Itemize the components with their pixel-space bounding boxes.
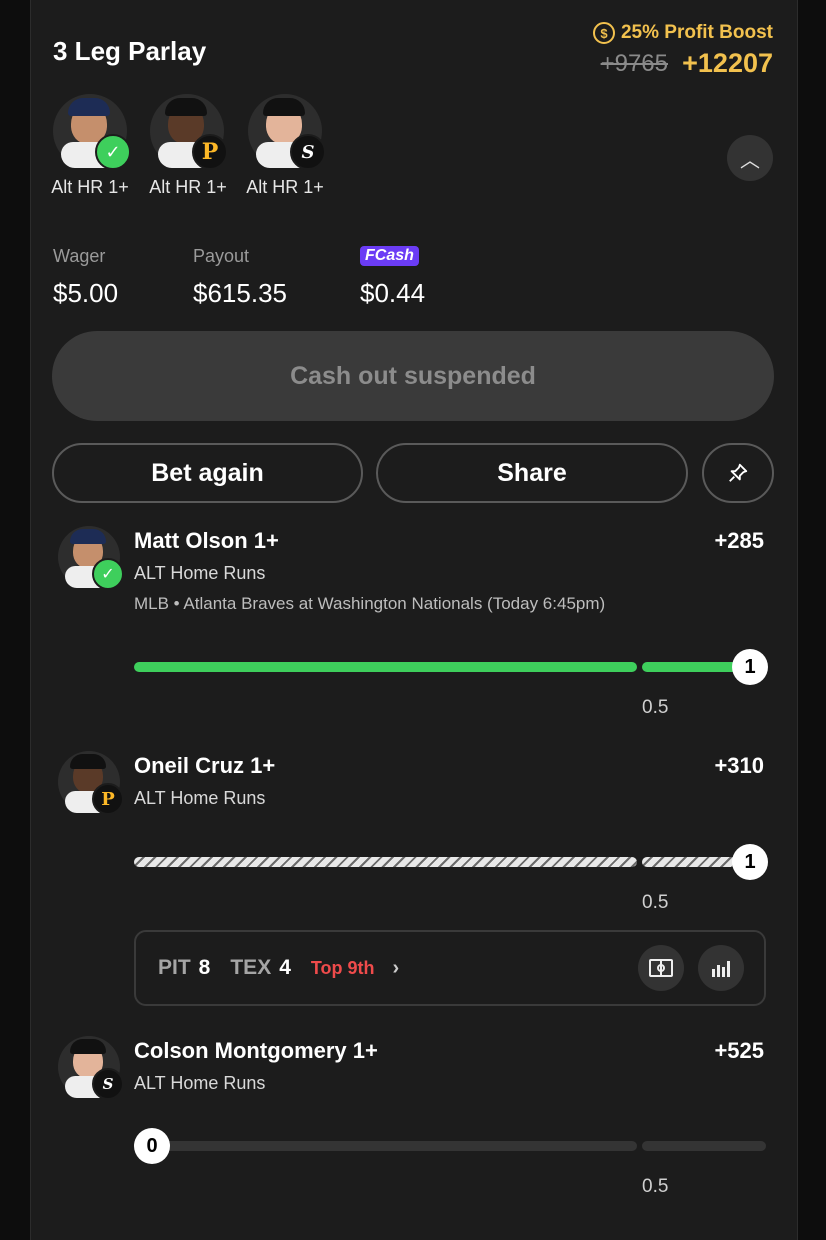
- pick-market: ALT Home Runs: [134, 1073, 266, 1093]
- bar-chart-icon: [712, 961, 730, 977]
- white-sox-logo-icon: S: [92, 1068, 124, 1100]
- check-icon: ✓: [92, 558, 124, 590]
- player-avatar: ✓: [58, 526, 124, 590]
- threshold-label: 0.5: [642, 892, 669, 913]
- cash-badge: FCash: [360, 246, 419, 266]
- pick-odds: +525: [714, 1038, 764, 1063]
- field-view-button[interactable]: [638, 945, 684, 991]
- progress-knob: 1: [732, 844, 768, 880]
- home-score: 4: [279, 956, 291, 979]
- pick-player: Colson Montgomery 1+: [134, 1038, 378, 1063]
- parlay-title: 3 Leg Parlay: [53, 36, 207, 66]
- pirates-logo-icon: P: [192, 134, 228, 170]
- progress-bar: [134, 1141, 637, 1151]
- wager-label: Wager: [53, 246, 106, 266]
- payout-value: $615.35: [193, 278, 287, 308]
- leg-label: Alt HR 1+: [51, 177, 129, 197]
- chevron-right-icon: ›: [392, 956, 400, 979]
- dollar-coin-icon: $: [592, 22, 615, 44]
- original-odds: +9765: [600, 50, 668, 77]
- cash-logo-icon: F: [365, 247, 375, 264]
- avatar: S: [248, 94, 326, 170]
- pick-market: ALT Home Runs: [134, 788, 266, 808]
- pick-odds: +285: [714, 528, 764, 553]
- collapse-button[interactable]: ︿: [727, 135, 773, 181]
- progress-bar: [134, 857, 637, 867]
- white-sox-logo-icon: S: [290, 134, 326, 170]
- boosted-odds: +12207: [682, 48, 773, 78]
- pick-odds: +310: [714, 753, 764, 778]
- threshold-label: 0.5: [642, 1176, 669, 1197]
- field-icon: [649, 959, 673, 977]
- wager-value: $5.00: [53, 278, 119, 308]
- inning-status: Top 9th: [310, 957, 375, 978]
- cash-label: Cash: [374, 247, 414, 264]
- profit-boost: $ 25% Profit Boost: [592, 22, 773, 44]
- avatar: ✓: [53, 94, 131, 170]
- home-team: TEX: [230, 956, 272, 979]
- player-avatar: P: [58, 751, 124, 815]
- leg-label: Alt HR 1+: [149, 177, 227, 197]
- threshold-label: 0.5: [642, 697, 669, 718]
- stats-button[interactable]: [698, 945, 744, 991]
- pick-market: ALT Home Runs: [134, 563, 266, 583]
- chevron-up-icon: ︿: [740, 149, 760, 172]
- pick-game: MLB • Atlanta Braves at Washington Natio…: [134, 594, 606, 613]
- away-team: PIT: [158, 956, 191, 979]
- progress-knob: 0: [134, 1128, 170, 1164]
- payout-label: Payout: [193, 246, 250, 266]
- progress-bar: [134, 662, 637, 672]
- bet-again-button[interactable]: Bet again: [52, 443, 363, 503]
- pin-icon: [729, 463, 748, 482]
- cash-value: $0.44: [360, 278, 426, 308]
- progress-bar-remainder: [642, 1141, 766, 1151]
- live-scoreboard[interactable]: PIT 8 TEX 4 Top 9th ›: [134, 930, 766, 1006]
- pick-player: Matt Olson 1+: [134, 528, 279, 553]
- player-avatar: S: [58, 1036, 124, 1100]
- boost-label: 25% Profit Boost: [620, 22, 773, 43]
- pin-button[interactable]: [702, 443, 774, 503]
- progress-knob: 1: [732, 649, 768, 685]
- leg-label: Alt HR 1+: [246, 177, 324, 197]
- pirates-logo-icon: P: [92, 783, 124, 815]
- avatar: P: [150, 94, 228, 170]
- away-score: 8: [198, 956, 211, 979]
- cashout-button[interactable]: Cash out suspended: [52, 331, 774, 421]
- share-button[interactable]: Share: [376, 443, 688, 503]
- check-icon: ✓: [95, 134, 131, 170]
- pick-player: Oneil Cruz 1+: [134, 753, 276, 778]
